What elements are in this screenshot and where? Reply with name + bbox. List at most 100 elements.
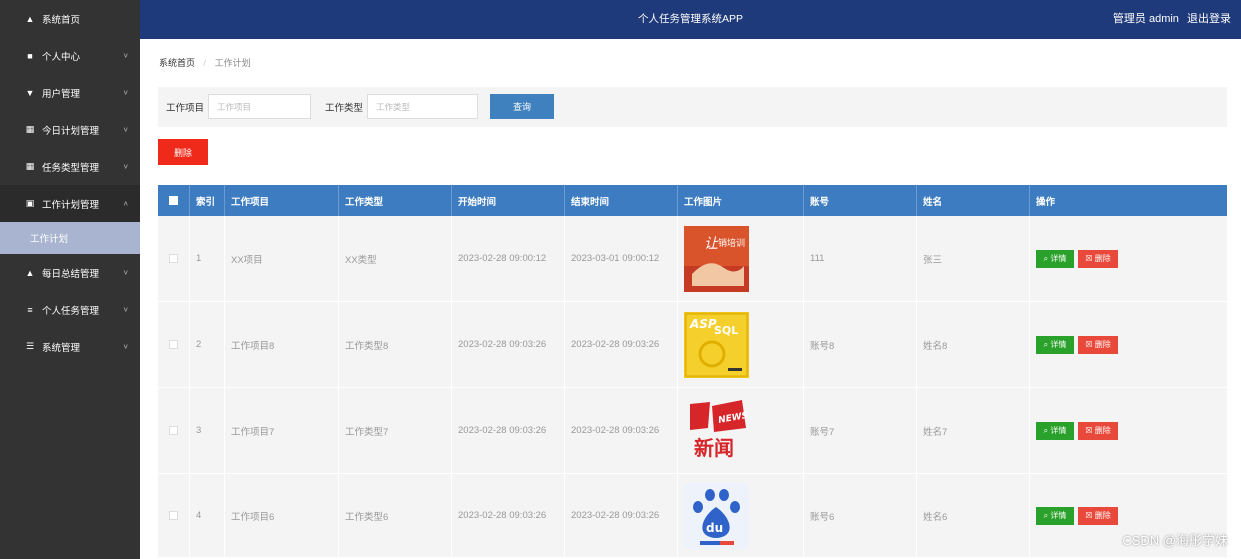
sql-text: SQL (714, 324, 738, 337)
news-logo-image: NEWS 新闻 (684, 397, 749, 464)
work-item-input[interactable] (208, 94, 311, 119)
sidebar-item-label: 系统首页 (42, 14, 81, 26)
breadcrumb-home[interactable]: 系统首页 (159, 58, 195, 68)
chevron-down-icon: ˅ (123, 342, 128, 351)
row-checkbox[interactable] (169, 254, 178, 263)
delete-label: 删除 (1094, 340, 1111, 349)
detail-label: 详情 (1050, 511, 1067, 520)
detail-button[interactable]: ⌕ 详情 (1036, 335, 1074, 354)
row-select-cell (158, 216, 190, 301)
detail-button[interactable]: ⌕ 详情 (1036, 506, 1074, 525)
sidebar-item-task-type[interactable]: ▦ 任务类型管理 ˅ (0, 148, 140, 185)
cell-index: 2 (190, 302, 225, 387)
breadcrumb-current: 工作计划 (214, 58, 251, 68)
header-account: 账号 (804, 185, 917, 216)
trash-icon: ☒ (1085, 340, 1093, 349)
row-checkbox[interactable] (169, 340, 178, 349)
breadcrumb: 系统首页 / 工作计划 (159, 56, 251, 69)
row-select-cell (158, 302, 190, 387)
cell-index: 1 (190, 216, 225, 301)
sidebar-item-home[interactable]: ▲ 系统首页 (0, 0, 140, 37)
breadcrumb-separator: / (203, 58, 207, 68)
cell-name: 张三 (917, 216, 1030, 301)
row-delete-button[interactable]: ☒ 删除 (1078, 506, 1118, 525)
sidebar-item-today-plan[interactable]: ▦ 今日计划管理 ˅ (0, 111, 140, 148)
batch-delete-button[interactable]: 删除 (158, 139, 208, 165)
clipboard-icon: ▣ (25, 198, 35, 208)
query-button[interactable]: 查询 (490, 94, 554, 119)
cell-work-image: 让 销培训 (678, 216, 804, 301)
list-icon: ≡ (27, 304, 33, 315)
app-title: 个人任务管理系统APP (637, 13, 743, 25)
baidu-text: du (706, 521, 723, 535)
search-icon: ⌕ (1043, 253, 1049, 263)
table-row: 3 工作项目7 工作类型7 2023-02-28 09:03:26 2023-0… (158, 388, 1227, 474)
row-delete-button[interactable]: ☒ 删除 (1078, 335, 1118, 354)
logout-link[interactable]: 退出登录 (1187, 13, 1231, 25)
header-work-item: 工作项目 (225, 185, 339, 216)
sidebar-item-daily-summary[interactable]: ▲ 每日总结管理 ˅ (0, 254, 140, 291)
header-work-type: 工作类型 (339, 185, 452, 216)
detail-button[interactable]: ⌕ 详情 (1036, 421, 1074, 440)
admin-label: 管理员 admin (1112, 13, 1179, 25)
news-cn-text: 新闻 (694, 436, 734, 460)
cell-work-item: 工作项目6 (225, 474, 339, 557)
work-type-input[interactable] (367, 94, 478, 119)
asp-sql-book-image: ASP SQL (684, 311, 749, 378)
cell-end-time: 2023-02-28 09:03:26 (565, 474, 678, 557)
cell-account: 账号6 (804, 474, 917, 557)
work-item-label: 工作项目 (166, 103, 205, 114)
chevron-down-icon: ˅ (123, 125, 128, 134)
select-all-checkbox[interactable] (169, 196, 178, 205)
training-image-subtitle: 销培训 (718, 237, 745, 249)
sidebar-item-label: 系统管理 (42, 342, 81, 354)
delete-label: 删除 (1094, 511, 1111, 520)
user-icon: ■ (27, 50, 33, 61)
delete-label: 删除 (1094, 254, 1111, 263)
cell-account: 111 (804, 216, 917, 301)
cell-start-time: 2023-02-28 09:03:26 (452, 302, 565, 387)
row-checkbox[interactable] (169, 511, 178, 520)
topbar: 个人任务管理系统APP 管理员 admin 退出登录 (140, 0, 1241, 39)
sidebar-item-personal-center[interactable]: ■ 个人中心 ˅ (0, 37, 140, 74)
chevron-down-icon: ˅ (123, 305, 128, 314)
select-all-cell (158, 185, 190, 216)
cell-name: 姓名6 (917, 474, 1030, 557)
trash-icon: ☒ (1085, 254, 1093, 263)
cell-index: 4 (190, 474, 225, 557)
cell-name: 姓名7 (917, 388, 1030, 473)
sidebar: ▲ 系统首页 ■ 个人中心 ˅ ▼ 用户管理 ˅ ▦ 今日计划管理 ˅ ▦ 任务… (0, 0, 140, 559)
cell-end-time: 2023-03-01 09:00:12 (565, 216, 678, 301)
sidebar-item-work-plan[interactable]: ▣ 工作计划管理 ˄ (0, 185, 140, 222)
chevron-down-icon: ˅ (123, 88, 128, 97)
training-image: 让 销培训 (684, 225, 749, 292)
cell-work-item: 工作项目7 (225, 388, 339, 473)
sidebar-item-label: 个人中心 (42, 51, 81, 63)
cell-work-image: du (678, 474, 804, 557)
sidebar-item-personal-task[interactable]: ≡ 个人任务管理 ˅ (0, 291, 140, 328)
cell-work-type: 工作类型6 (339, 474, 452, 557)
cell-work-type: XX类型 (339, 216, 452, 301)
sidebar-subitem-label: 工作计划 (30, 234, 69, 245)
sidebar-subitem-work-plan[interactable]: 工作计划 (0, 222, 140, 254)
search-icon: ⌕ (1043, 510, 1049, 520)
cell-end-time: 2023-02-28 09:03:26 (565, 388, 678, 473)
trash-icon: ☒ (1085, 426, 1093, 435)
sidebar-item-label: 工作计划管理 (42, 199, 100, 211)
work-type-label: 工作类型 (325, 103, 364, 114)
admin-area: 管理员 admin 退出登录 (1113, 0, 1231, 39)
cell-name: 姓名8 (917, 302, 1030, 387)
row-delete-button[interactable]: ☒ 删除 (1078, 421, 1118, 440)
detail-button[interactable]: ⌕ 详情 (1036, 249, 1074, 268)
row-checkbox[interactable] (169, 426, 178, 435)
search-bar: 工作项目 工作类型 查询 (158, 87, 1227, 127)
sidebar-item-user-management[interactable]: ▼ 用户管理 ˅ (0, 74, 140, 111)
cell-work-image: NEWS 新闻 (678, 388, 804, 473)
cell-work-item: 工作项目8 (225, 302, 339, 387)
row-select-cell (158, 474, 190, 557)
work-plan-table: 索引 工作项目 工作类型 开始时间 结束时间 工作图片 账号 姓名 操作 1 X… (158, 185, 1227, 558)
sidebar-item-system[interactable]: ☰ 系统管理 ˅ (0, 328, 140, 365)
person-icon: ▲ (25, 267, 35, 278)
row-delete-button[interactable]: ☒ 删除 (1078, 249, 1118, 268)
baidu-logo-image: du (684, 482, 749, 549)
